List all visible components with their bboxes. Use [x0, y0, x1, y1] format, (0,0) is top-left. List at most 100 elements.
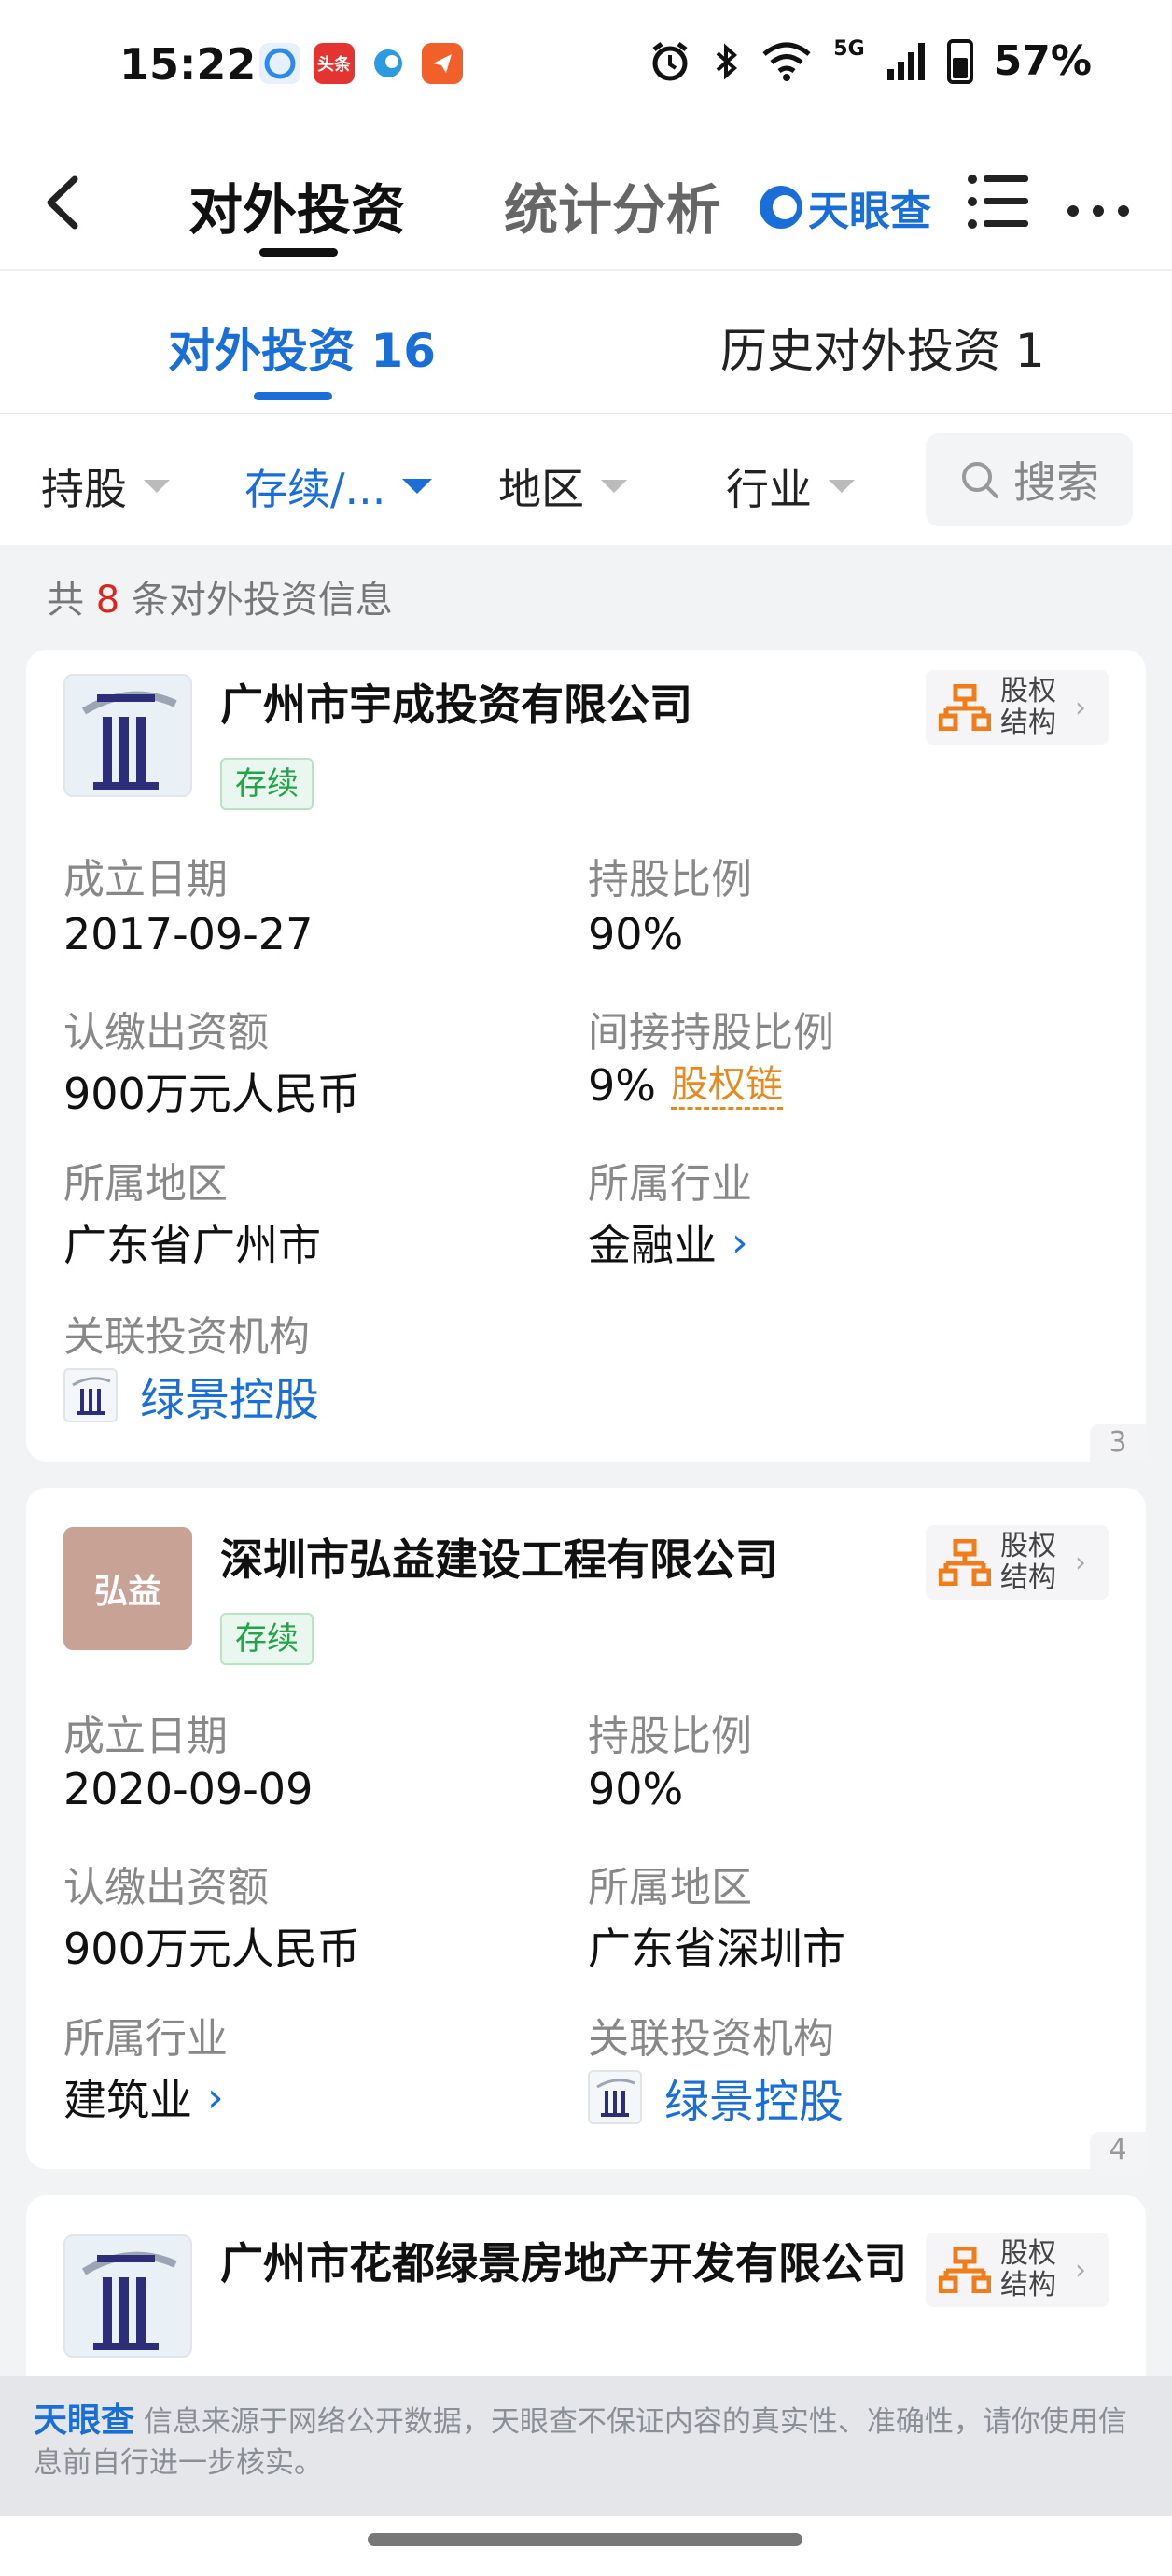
page-number: 4 [1090, 2132, 1146, 2169]
industry-value: 建筑业 [63, 2075, 192, 2125]
equity-chain-link[interactable]: 股权链 [670, 1062, 783, 1110]
sub-tab-bar: 对外投资 16 历史对外投资 1 [0, 271, 1172, 414]
search-label: 搜索 [1013, 457, 1099, 508]
browser-app-icon [259, 43, 300, 84]
region-value: 广东省深圳市 [588, 1924, 845, 1974]
investment-card[interactable]: 弘益 深圳市弘益建设工程有限公司 存续 股权结构 › 成立日期 2020-09-… [26, 1488, 1146, 2169]
sub-tab-indicator [254, 392, 332, 400]
chevron-right-icon: › [207, 2073, 224, 2121]
summary-prefix: 共 [47, 579, 84, 622]
company-name[interactable]: 广州市宇成投资有限公司 [220, 676, 939, 734]
org-chart-icon [939, 1539, 991, 1586]
company-logo [63, 2234, 192, 2358]
share-ratio: 90% [588, 909, 684, 959]
equity-structure-label: 股权结构 [1000, 1530, 1056, 1594]
tianyancha-logo: 天眼查 [760, 177, 931, 237]
industry-link[interactable]: 金融业 › [588, 1211, 748, 1273]
more-options-icon[interactable] [1066, 202, 1131, 220]
share-ratio: 90% [588, 1764, 684, 1814]
battery-level: 57% [993, 37, 1092, 85]
search-icon [962, 462, 998, 498]
chevron-right-icon: › [1075, 691, 1086, 724]
indirect-ratio: 9% [588, 1060, 656, 1111]
caret-down-icon [402, 479, 433, 494]
filter-label: 存续/... [244, 464, 386, 514]
status-badge: 存续 [220, 1613, 314, 1665]
filter-label: 地区 [498, 464, 584, 514]
battery-icon [946, 38, 973, 84]
bluetooth-icon [716, 43, 738, 79]
caret-down-icon [144, 480, 170, 493]
org-chart-icon [939, 2247, 991, 2293]
filter-status[interactable]: 存续/... [244, 455, 433, 517]
field-label: 认缴出资额 [63, 1009, 269, 1057]
page-number: 3 [1090, 1424, 1146, 1462]
subscribed-capital: 900万元人民币 [63, 1069, 360, 1119]
equity-structure-button[interactable]: 股权结构 › [926, 670, 1109, 745]
field-label: 所属地区 [63, 1160, 228, 1208]
org-chart-icon [939, 684, 991, 731]
summary-suffix: 条对外投资信息 [131, 579, 393, 622]
brand-swirl-icon [760, 186, 802, 229]
field-label: 关联投资机构 [63, 1313, 310, 1361]
established-date: 2020-09-09 [63, 1764, 314, 1814]
filter-region[interactable]: 地区 [498, 455, 627, 517]
company-logo: 弘益 [63, 1527, 192, 1650]
result-summary: 共 8 条对外投资信息 [47, 569, 393, 623]
company-logo [63, 674, 192, 797]
filter-industry[interactable]: 行业 [726, 455, 855, 517]
related-investor-link[interactable]: 绿景控股 [63, 1363, 319, 1428]
notification-apps: 头条 [259, 43, 463, 84]
tab-investment[interactable]: 对外投资 [188, 166, 405, 245]
established-date: 2017-09-27 [63, 909, 314, 959]
investor-logo [63, 1368, 118, 1422]
company-name[interactable]: 广州市花都绿景房地产开发有限公司 [220, 2234, 939, 2292]
tab-history-investment[interactable]: 历史对外投资 1 [720, 314, 1045, 381]
clock: 15:22 [119, 39, 257, 90]
field-label: 认缴出资额 [63, 1864, 269, 1911]
field-label: 成立日期 [63, 1713, 228, 1760]
chevron-right-icon: › [1075, 1546, 1086, 1579]
disclaimer-message: 信息来源于网络公开数据，天眼查不保证内容的真实性、准确性，请你使用信息前自行进一… [34, 2405, 1127, 2480]
field-label: 持股比例 [588, 1713, 752, 1760]
summary-count: 8 [95, 579, 120, 622]
status-bar: 15:22 头条 5G 57% [0, 0, 1172, 131]
system-tray: 5G 57% [649, 37, 1092, 85]
signal-icon [886, 42, 925, 80]
caret-down-icon [829, 480, 855, 493]
list-menu-icon[interactable] [967, 172, 1028, 231]
field-label: 持股比例 [588, 856, 752, 903]
tab-statistics[interactable]: 统计分析 [504, 166, 720, 245]
investment-card[interactable]: 广州市宇成投资有限公司 存续 股权结构 › 成立日期 2017-09-27 持股… [26, 650, 1146, 1462]
company-name[interactable]: 深圳市弘益建设工程有限公司 [220, 1531, 939, 1589]
send-app-icon [422, 43, 463, 84]
field-label: 所属行业 [588, 1160, 752, 1208]
chevron-right-icon: › [732, 1218, 748, 1267]
caret-down-icon [601, 480, 627, 493]
field-label: 所属地区 [588, 1864, 752, 1911]
toutiao-app-icon: 头条 [314, 43, 355, 84]
equity-structure-button[interactable]: 股权结构 › [926, 2233, 1109, 2307]
search-button[interactable]: 搜索 [926, 433, 1133, 526]
back-arrow-icon[interactable] [35, 170, 91, 235]
nav-header: 对外投资 统计分析 天眼查 [0, 131, 1172, 271]
filter-label: 持股 [41, 464, 127, 514]
filter-shareholding[interactable]: 持股 [41, 455, 170, 517]
equity-structure-label: 股权结构 [1000, 2237, 1056, 2302]
field-label: 关联投资机构 [588, 2015, 834, 2063]
alarm-icon [652, 41, 688, 80]
related-investor-link[interactable]: 绿景控股 [588, 2065, 844, 2130]
industry-link[interactable]: 建筑业 › [63, 2066, 224, 2128]
filter-label: 行业 [726, 464, 812, 514]
equity-structure-label: 股权结构 [1000, 675, 1056, 739]
wifi-icon [762, 42, 811, 81]
filter-bar: 持股 存续/... 地区 行业 搜索 [0, 414, 1172, 545]
indirect-ratio-row: 9% 股权链 [588, 1060, 783, 1111]
status-badge: 存续 [220, 758, 314, 810]
subscribed-capital: 900万元人民币 [63, 1924, 360, 1974]
home-indicator[interactable] [368, 2533, 802, 2546]
field-label: 成立日期 [63, 856, 228, 903]
industry-value: 金融业 [588, 1220, 717, 1270]
tab-current-investment[interactable]: 对外投资 16 [168, 314, 436, 381]
equity-structure-button[interactable]: 股权结构 › [926, 1525, 1109, 1600]
